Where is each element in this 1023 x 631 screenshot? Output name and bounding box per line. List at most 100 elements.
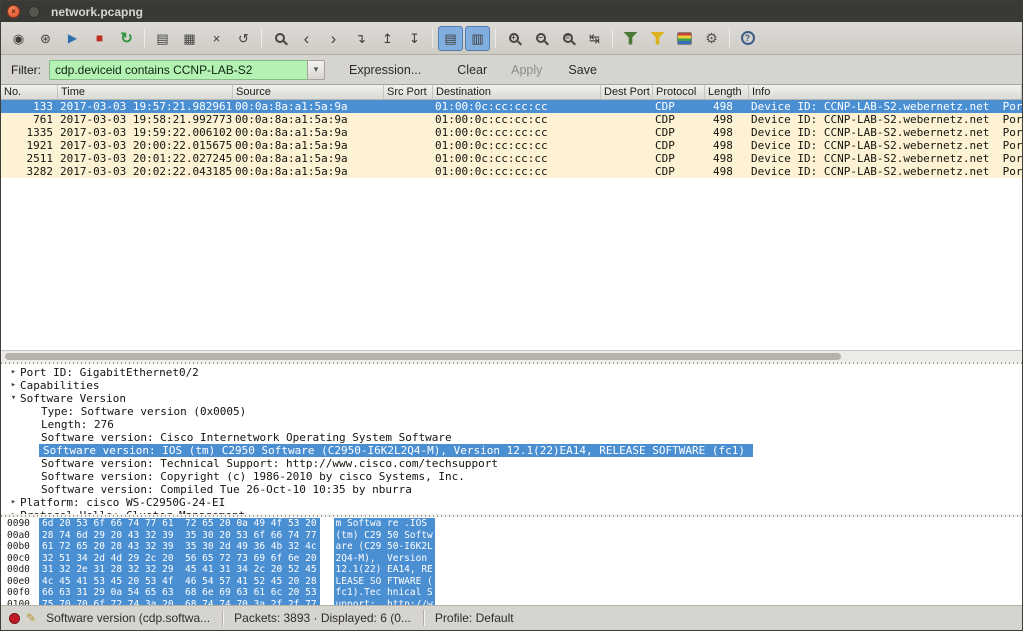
cell-time: 2017-03-03 20:01:22.027245	[58, 152, 233, 165]
detail-line[interactable]: Software version: IOS (tm) C2950 Softwar…	[39, 444, 753, 457]
hex-ascii[interactable]: 2Q4-M), Version	[334, 553, 435, 565]
zoom-in-button[interactable]: +	[501, 26, 526, 51]
expander-open-icon[interactable]: ▾	[7, 392, 20, 405]
hex-ascii[interactable]: are (C29 50-I6K2L	[334, 541, 435, 553]
go-back-button[interactable]: ‹	[294, 26, 319, 51]
packet-row[interactable]: 7612017-03-03 19:58:21.99277300:0a:8a:a1…	[1, 113, 1022, 126]
stop-capture-button[interactable]: ■	[87, 26, 112, 51]
preferences-button[interactable]: ⚙	[699, 26, 724, 51]
go-bottom-button[interactable]: ↧	[402, 26, 427, 51]
hex-ascii[interactable]: m Softwa re .IOS	[334, 518, 435, 530]
colorize-list-button[interactable]: ▤	[438, 26, 463, 51]
hex-ascii[interactable]: LEASE SO FTWARE (	[334, 576, 435, 588]
open-file-button[interactable]: ▤	[150, 26, 175, 51]
cell-no: 3282	[1, 165, 58, 178]
hex-bytes[interactable]: 28 74 6d 29 20 43 32 39 35 30 20 53 6f 6…	[39, 530, 320, 542]
hex-bytes[interactable]: 32 51 34 2d 4d 29 2c 20 56 65 72 73 69 6…	[39, 553, 320, 565]
hex-offset: 00d0	[7, 564, 37, 576]
restart-capture-button[interactable]: ↻	[114, 26, 139, 51]
close-button[interactable]: ×	[7, 5, 20, 18]
zoom-100-button[interactable]: =	[555, 26, 580, 51]
hex-bytes[interactable]: 66 63 31 29 0a 54 65 63 68 6e 69 63 61 6…	[39, 587, 320, 599]
col-header-destination[interactable]: Destination	[433, 85, 601, 99]
clear-button[interactable]: Clear	[451, 60, 493, 80]
hex-ascii[interactable]: upport: http://w	[334, 599, 435, 606]
packet-row[interactable]: 1332017-03-03 19:57:21.98296100:0a:8a:a1…	[1, 100, 1022, 113]
filter-dropdown-button[interactable]: ▾	[307, 60, 325, 80]
find-packet-button[interactable]	[267, 26, 292, 51]
detail-line[interactable]: Software version: Copyright (c) 1986-201…	[7, 470, 1022, 483]
expander-closed-icon[interactable]: ▸	[7, 366, 20, 379]
col-header-no[interactable]: No.	[1, 85, 58, 99]
hex-ascii[interactable]: 12.1(22) EA14, RE	[334, 564, 435, 576]
cell-dest_port	[601, 165, 653, 178]
col-header-dest_port[interactable]: Dest Port	[601, 85, 653, 99]
col-header-length[interactable]: Length	[705, 85, 749, 99]
detail-line[interactable]: Software version: Cisco Internetwork Ope…	[7, 431, 1022, 444]
toolbar-separator	[612, 28, 613, 48]
capture-filters-button[interactable]	[618, 26, 643, 51]
expression-button[interactable]: Expression...	[343, 60, 427, 80]
detail-line[interactable]: ▸Capabilities	[7, 379, 1022, 392]
capture-filters-icon	[623, 32, 638, 45]
packet-bytes-pane: 00906d 20 53 6f 66 74 77 61 72 65 20 0a …	[1, 517, 1022, 605]
detail-line[interactable]: Software version: Technical Support: htt…	[7, 457, 1022, 470]
resize-columns-button[interactable]: ↹	[582, 26, 607, 51]
zoom-in-icon: +	[509, 33, 519, 43]
cell-source: 00:0a:8a:a1:5a:9a	[233, 165, 384, 178]
expander-closed-icon[interactable]: ▸	[7, 509, 20, 514]
autoscroll-button[interactable]: ▥	[465, 26, 490, 51]
save-filter-button[interactable]: Save	[562, 60, 603, 80]
go-forward-button[interactable]: ›	[321, 26, 346, 51]
save-file-button[interactable]: ▦	[177, 26, 202, 51]
packet-row[interactable]: 32822017-03-03 20:02:22.04318500:0a:8a:a…	[1, 165, 1022, 178]
cell-protocol: CDP	[653, 126, 705, 139]
display-filters-button[interactable]	[645, 26, 670, 51]
detail-line[interactable]: Type: Software version (0x0005)	[7, 405, 1022, 418]
col-header-source[interactable]: Source	[233, 85, 384, 99]
hex-bytes[interactable]: 4c 45 41 53 45 20 53 4f 46 54 57 41 52 4…	[39, 576, 320, 588]
detail-line[interactable]: Length: 276	[7, 418, 1022, 431]
cell-dest_port	[601, 152, 653, 165]
hex-offset: 0090	[7, 518, 37, 530]
expert-info-icon[interactable]	[9, 613, 20, 624]
hex-bytes[interactable]: 75 70 70 6f 72 74 3a 20 68 74 74 70 3a 2…	[39, 599, 320, 606]
col-header-protocol[interactable]: Protocol	[653, 85, 705, 99]
detail-line[interactable]: Software version: Compiled Tue 26-Oct-10…	[7, 483, 1022, 496]
go-top-button[interactable]: ↥	[375, 26, 400, 51]
coloring-rules-button[interactable]	[672, 26, 697, 51]
capture-options-button[interactable]: ⊛	[33, 26, 58, 51]
help-button[interactable]: ?	[735, 26, 760, 51]
hex-bytes[interactable]: 6d 20 53 6f 66 74 77 61 72 65 20 0a 49 4…	[39, 518, 320, 530]
reload-file-icon: ↺	[238, 32, 249, 45]
close-file-button[interactable]: ×	[204, 26, 229, 51]
hex-bytes[interactable]: 61 72 65 20 28 43 32 39 35 30 2d 49 36 4…	[39, 541, 320, 553]
reload-file-button[interactable]: ↺	[231, 26, 256, 51]
cell-src_port	[384, 100, 433, 113]
list-interfaces-button[interactable]: ◉	[6, 26, 31, 51]
expander-closed-icon[interactable]: ▸	[7, 496, 20, 509]
start-capture-button[interactable]: ▶	[60, 26, 85, 51]
packet-row[interactable]: 13352017-03-03 19:59:22.00610200:0a:8a:a…	[1, 126, 1022, 139]
filter-input[interactable]	[49, 60, 307, 80]
hex-bytes[interactable]: 31 32 2e 31 28 32 32 29 45 41 31 34 2c 2…	[39, 564, 320, 576]
packet-row[interactable]: 25112017-03-03 20:01:22.02724500:0a:8a:a…	[1, 152, 1022, 165]
hex-offset: 0100	[7, 599, 37, 606]
apply-button[interactable]: Apply	[505, 60, 548, 80]
zoom-out-button[interactable]: −	[528, 26, 553, 51]
capture-comment-icon[interactable]: ✎	[26, 611, 36, 625]
detail-line[interactable]: ▸Port ID: GigabitEthernet0/2	[7, 366, 1022, 379]
detail-line[interactable]: ▸Platform: cisco WS-C2950G-24-EI	[7, 496, 1022, 509]
col-header-src_port[interactable]: Src Port	[384, 85, 433, 99]
goto-packet-button[interactable]: ↴	[348, 26, 373, 51]
col-header-info[interactable]: Info	[749, 85, 1022, 99]
col-header-time[interactable]: Time	[58, 85, 233, 99]
packet-row[interactable]: 19212017-03-03 20:00:22.01567500:0a:8a:a…	[1, 139, 1022, 152]
hex-ascii[interactable]: fc1).Tec hnical S	[334, 587, 435, 599]
scrollbar-thumb[interactable]	[5, 353, 841, 360]
expander-closed-icon[interactable]: ▸	[7, 379, 20, 392]
window-menu-icon[interactable]	[28, 6, 40, 18]
detail-line[interactable]: ▾Software Version	[7, 392, 1022, 405]
hex-ascii[interactable]: (tm) C29 50 Softw	[334, 530, 435, 542]
cell-info: Device ID: CCNP-LAB-S2.webernetz.net Por…	[749, 165, 1022, 178]
